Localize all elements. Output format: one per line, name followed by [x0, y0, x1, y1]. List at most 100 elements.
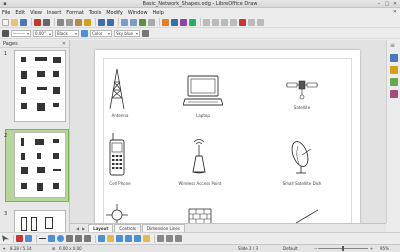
- line-width-field[interactable]: 0.00" ▴: [33, 29, 53, 37]
- page-thumbnail[interactable]: [14, 210, 66, 232]
- satellite-dish-icon[interactable]: [287, 138, 317, 176]
- page-thumbnail[interactable]: [14, 132, 66, 198]
- clone-formatting-icon[interactable]: [84, 18, 91, 26]
- sidebar-menu-icon[interactable]: ≡: [390, 42, 398, 50]
- drawing-canvas[interactable]: Antenna Laptop Satellite Cell Phone Wire…: [70, 40, 386, 223]
- undo-icon[interactable]: [98, 18, 105, 26]
- position-icon: ⌖: [3, 246, 6, 251]
- export-pdf-icon[interactable]: [34, 18, 41, 26]
- cell-phone-icon[interactable]: [109, 132, 125, 176]
- fontwork-icon[interactable]: [189, 18, 196, 26]
- menu-window[interactable]: Window: [128, 10, 148, 16]
- page-thumbnail[interactable]: [14, 50, 66, 122]
- tab-last-icon[interactable]: ▶: [82, 226, 85, 231]
- zoom-level[interactable]: 95%: [380, 246, 389, 251]
- arrange-icon[interactable]: [221, 18, 228, 26]
- tab-first-icon[interactable]: ◀: [76, 226, 79, 231]
- close-document-icon[interactable]: ✕: [393, 9, 397, 15]
- fill-color-icon[interactable]: [25, 235, 32, 242]
- area-style-value: Color: [92, 30, 103, 36]
- zoom-out-icon[interactable]: −: [314, 246, 317, 251]
- pan-icon[interactable]: [148, 18, 155, 26]
- curve-tool-icon[interactable]: [75, 235, 82, 242]
- maximize-icon[interactable]: □: [384, 1, 390, 7]
- sidebar-deck: ≡: [386, 40, 400, 223]
- open-folder-icon[interactable]: [11, 18, 18, 26]
- helplines-icon[interactable]: [130, 18, 137, 26]
- menu-view[interactable]: View: [30, 10, 42, 16]
- insert-text-icon[interactable]: [171, 18, 178, 26]
- menu-file[interactable]: File: [2, 10, 10, 16]
- line-color-dropdown[interactable]: Black ▾: [55, 29, 79, 37]
- rectangle-tool-icon[interactable]: [48, 235, 55, 242]
- menu-help[interactable]: Help: [153, 10, 164, 16]
- menu-modify[interactable]: Modify: [106, 10, 123, 16]
- points-icon[interactable]: [157, 235, 164, 242]
- mini-shape: [31, 217, 37, 231]
- extrusion-icon[interactable]: [257, 18, 264, 26]
- paste-icon[interactable]: [75, 18, 82, 26]
- antenna-icon[interactable]: [108, 68, 126, 110]
- menu-edit[interactable]: Edit: [15, 10, 25, 16]
- minimize-icon[interactable]: –: [376, 1, 382, 7]
- lines-arrows-icon[interactable]: [66, 235, 73, 242]
- toggle-extrusion-icon[interactable]: [175, 235, 182, 242]
- insert-special-character-icon[interactable]: [180, 18, 187, 26]
- crop-icon[interactable]: [248, 18, 255, 26]
- laptop-icon[interactable]: [183, 75, 223, 107]
- zoom-slider-handle[interactable]: [342, 246, 344, 251]
- redo-icon[interactable]: [107, 18, 114, 26]
- drawing-page[interactable]: Antenna Laptop Satellite Cell Phone Wire…: [95, 50, 360, 223]
- gallery-icon[interactable]: [390, 78, 398, 86]
- line-color-icon[interactable]: [16, 235, 23, 242]
- shadow-icon[interactable]: [239, 18, 246, 26]
- basic-shapes-icon[interactable]: [98, 235, 105, 242]
- symbol-shapes-icon[interactable]: [107, 235, 114, 242]
- mini-shape: [37, 71, 45, 77]
- line-style-preview: ———: [13, 30, 25, 36]
- firewall-icon[interactable]: [188, 207, 212, 223]
- select-arrow-icon[interactable]: [2, 235, 9, 242]
- page-number: 2: [4, 133, 8, 139]
- menu-tools[interactable]: Tools: [89, 10, 101, 16]
- print-icon[interactable]: [43, 18, 50, 26]
- block-arrows-icon[interactable]: [116, 235, 123, 242]
- area-style-dropdown[interactable]: Color ▾: [90, 29, 112, 37]
- save-icon[interactable]: [20, 18, 27, 26]
- grid-icon[interactable]: [121, 18, 128, 26]
- line-tool-icon[interactable]: [39, 238, 46, 239]
- shadow-toggle-icon[interactable]: [142, 29, 149, 37]
- new-document-icon[interactable]: [2, 18, 9, 26]
- styles-icon[interactable]: [390, 66, 398, 74]
- area-icon[interactable]: [81, 29, 88, 37]
- glue-points-icon[interactable]: [166, 235, 173, 242]
- satellite-icon[interactable]: [285, 78, 319, 100]
- properties-icon[interactable]: [390, 54, 398, 62]
- zoom-icon[interactable]: [139, 18, 146, 26]
- close-panel-icon[interactable]: ✕: [62, 41, 66, 47]
- area-color-dropdown[interactable]: Sky blue ▾: [114, 29, 140, 37]
- close-window-icon[interactable]: ✕: [392, 1, 398, 7]
- align-icon[interactable]: [212, 18, 219, 26]
- zoom-in-icon[interactable]: +: [370, 246, 373, 251]
- stars-icon[interactable]: [143, 235, 150, 242]
- pages-panel-title: Pages: [3, 41, 18, 47]
- callouts-icon[interactable]: [134, 235, 141, 242]
- cut-icon[interactable]: [57, 18, 64, 26]
- line-style-dropdown[interactable]: ——— ▾: [11, 29, 31, 37]
- wireless-access-point-icon[interactable]: [185, 136, 213, 174]
- transformations-icon[interactable]: [203, 18, 210, 26]
- line-icon[interactable]: [2, 29, 9, 37]
- navigator-icon[interactable]: [390, 90, 398, 98]
- menu-format[interactable]: Format: [66, 10, 84, 16]
- flowchart-icon[interactable]: [125, 235, 132, 242]
- cable-icon[interactable]: [295, 208, 319, 223]
- distribute-icon[interactable]: [230, 18, 237, 26]
- connector-tool-icon[interactable]: [84, 235, 91, 242]
- insert-image-icon[interactable]: [162, 18, 169, 26]
- menu-insert[interactable]: Insert: [47, 10, 61, 16]
- chevron-down-icon: ▾: [135, 30, 138, 36]
- ellipse-tool-icon[interactable]: [57, 235, 64, 242]
- hub-icon[interactable]: [106, 204, 128, 223]
- copy-icon[interactable]: [66, 18, 73, 26]
